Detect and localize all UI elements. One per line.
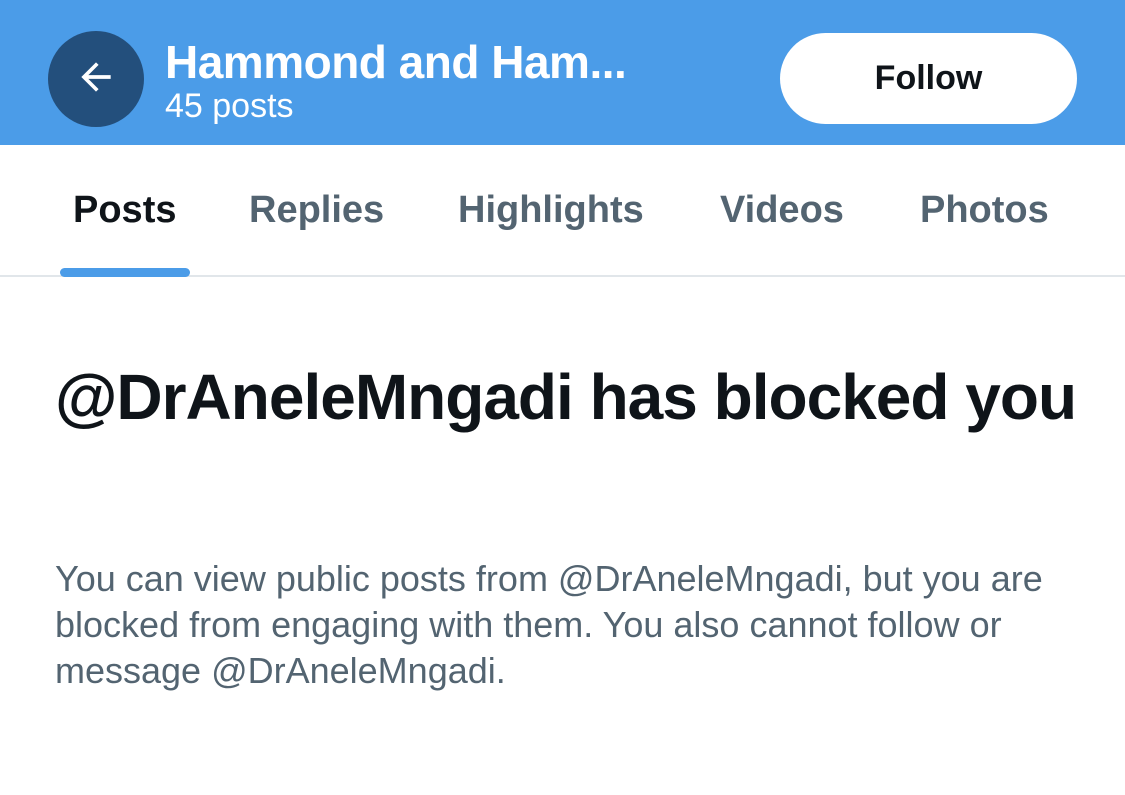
tab-videos[interactable]: Videos xyxy=(720,185,844,235)
profile-tabs: Posts Replies Highlights Videos Photos xyxy=(0,145,1125,277)
profile-name: Hammond and Ham... xyxy=(165,36,627,88)
follow-button[interactable]: Follow xyxy=(780,33,1077,124)
tab-photos[interactable]: Photos xyxy=(920,185,1049,235)
active-tab-indicator xyxy=(60,268,190,277)
blocked-title: @DrAneleMngadi has blocked you xyxy=(55,361,1077,433)
tab-highlights[interactable]: Highlights xyxy=(458,185,644,235)
post-count: 45 posts xyxy=(165,87,294,125)
tab-replies[interactable]: Replies xyxy=(249,185,384,235)
back-button[interactable] xyxy=(48,31,144,127)
blocked-description: You can view public posts from @DrAneleM… xyxy=(55,558,1043,691)
profile-header: Hammond and Ham... 45 posts Follow xyxy=(0,0,1125,145)
tab-posts[interactable]: Posts xyxy=(73,185,176,235)
back-arrow-icon xyxy=(74,55,118,104)
